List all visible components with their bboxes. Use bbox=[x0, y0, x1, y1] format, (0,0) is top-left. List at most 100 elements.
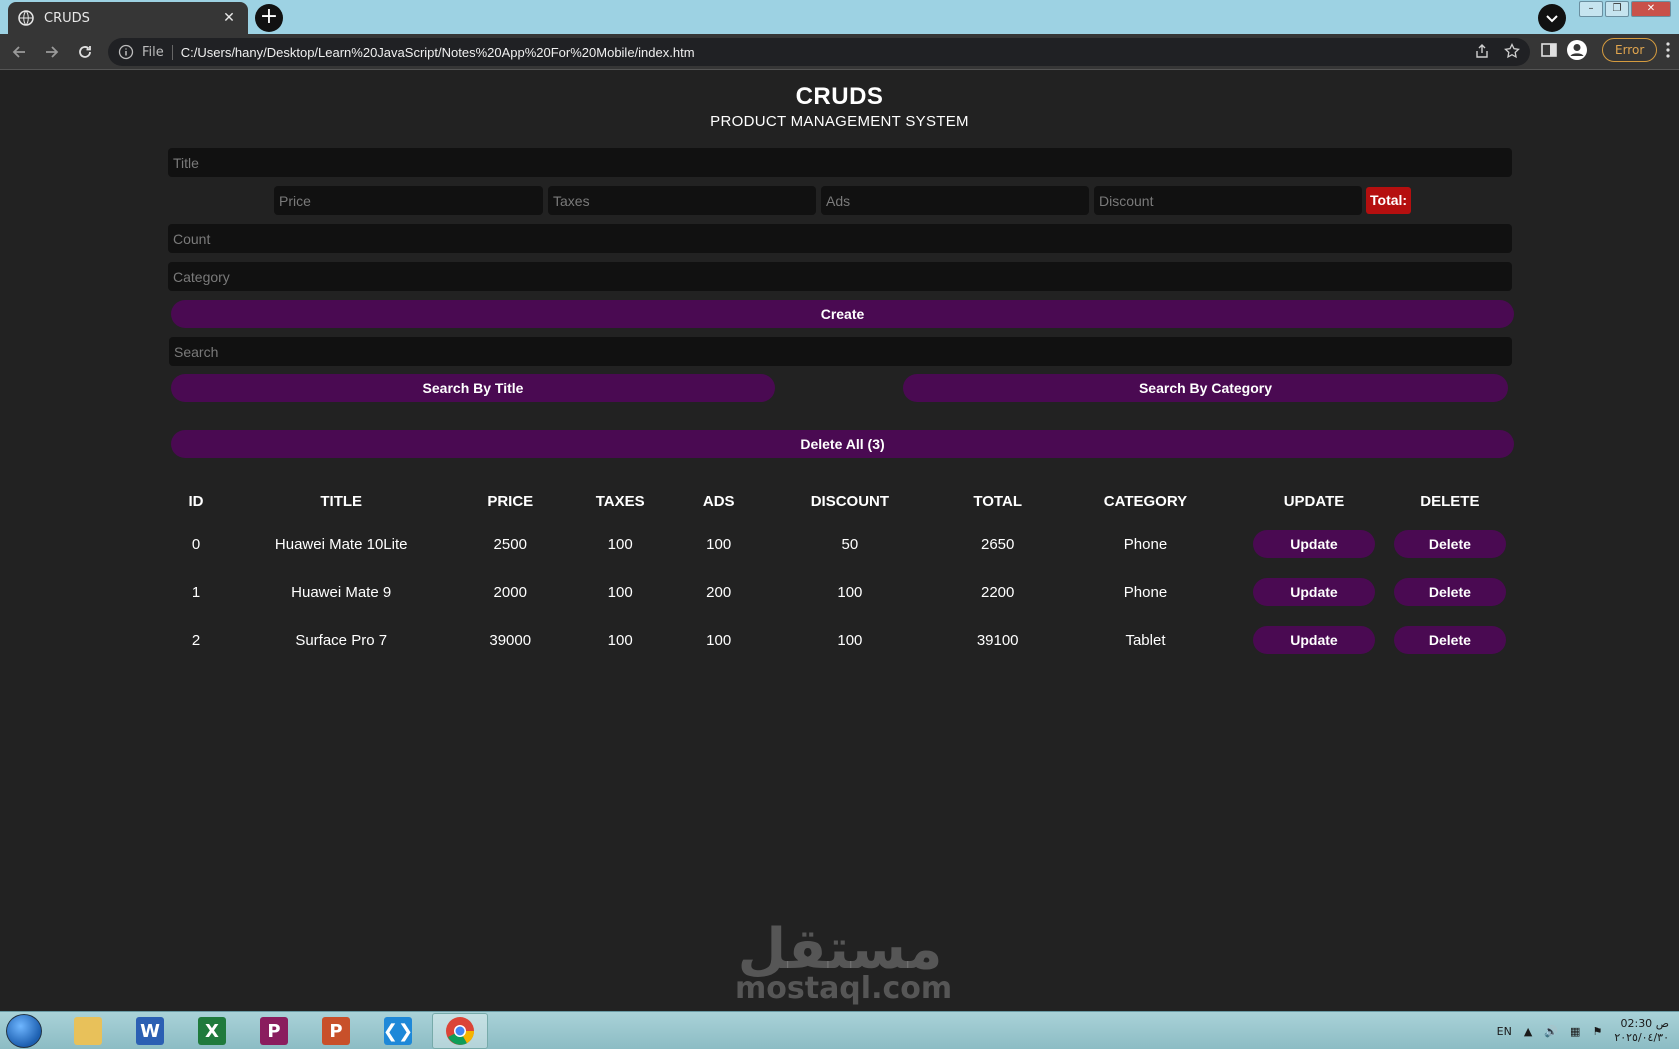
cell-price: 39000 bbox=[489, 631, 532, 649]
new-tab-button[interactable]: + bbox=[255, 4, 283, 32]
total-badge: Total: bbox=[1366, 187, 1412, 214]
profile-avatar-icon[interactable] bbox=[1566, 39, 1588, 61]
language-indicator[interactable]: EN bbox=[1497, 1025, 1512, 1038]
header-id: ID bbox=[188, 492, 204, 510]
taskbar-excel[interactable]: X bbox=[184, 1013, 240, 1049]
create-button[interactable]: Create bbox=[171, 300, 1514, 328]
cell-title: Surface Pro 7 bbox=[295, 631, 388, 649]
header-update: UPDATE bbox=[1283, 492, 1345, 510]
update-button[interactable]: Update bbox=[1253, 578, 1375, 606]
reload-button[interactable] bbox=[71, 38, 99, 66]
search-by-category-button[interactable]: Search By Category bbox=[903, 374, 1508, 402]
cell-update: Update bbox=[1236, 568, 1392, 616]
cell-delete: Delete bbox=[1392, 568, 1508, 616]
restore-icon[interactable]: ❐ bbox=[1605, 1, 1629, 17]
action-center-flag-icon[interactable]: ⚑ bbox=[1592, 1025, 1602, 1038]
cell-update: Update bbox=[1236, 616, 1392, 664]
volume-icon[interactable]: 🔊 bbox=[1544, 1025, 1558, 1038]
browser-tab-strip: CRUDS ✕ + – ❐ ✕ bbox=[0, 0, 1679, 34]
cell-taxes: 100 bbox=[607, 631, 633, 649]
delete-all-button[interactable]: Delete All (3) bbox=[171, 430, 1514, 458]
cell-category: Phone bbox=[1123, 535, 1168, 553]
error-button[interactable]: Error bbox=[1602, 38, 1658, 62]
taskbar-vscode[interactable]: ❮❯ bbox=[370, 1013, 426, 1049]
search-by-title-button[interactable]: Search By Title bbox=[171, 374, 775, 402]
tab-search-button[interactable] bbox=[1538, 4, 1566, 32]
table-row: 2 Surface Pro 7 39000 100 100 100 39100 … bbox=[168, 616, 1508, 664]
taskbar-word[interactable]: W bbox=[122, 1013, 178, 1049]
cell-ads: 100 bbox=[706, 631, 732, 649]
address-bar[interactable]: File C:/Users/hany/Desktop/Learn%20JavaS… bbox=[108, 38, 1530, 66]
title-input[interactable] bbox=[168, 148, 1512, 177]
taskbar-chrome[interactable] bbox=[432, 1013, 488, 1049]
cell-discount: 100 bbox=[837, 631, 863, 649]
clock[interactable]: 02:30 ص ٢٠٢٥/٠٤/٣٠ bbox=[1614, 1017, 1669, 1045]
cell-category: Phone bbox=[1123, 583, 1168, 601]
more-menu-icon[interactable] bbox=[1665, 41, 1671, 59]
word-icon: W bbox=[136, 1017, 164, 1045]
category-input[interactable] bbox=[168, 262, 1512, 291]
cell-category: Tablet bbox=[1125, 631, 1166, 649]
back-button[interactable] bbox=[5, 38, 33, 66]
info-icon[interactable] bbox=[118, 44, 134, 60]
publisher-icon: P bbox=[260, 1017, 288, 1045]
table-row: 1 Huawei Mate 9 2000 100 200 100 2200 Ph… bbox=[168, 568, 1508, 616]
cell-discount: 100 bbox=[837, 583, 863, 601]
taxes-input[interactable] bbox=[548, 186, 816, 215]
window-controls: – ❐ ✕ bbox=[1577, 1, 1671, 17]
taskbar-publisher[interactable]: P bbox=[246, 1013, 302, 1049]
search-input[interactable] bbox=[169, 337, 1512, 366]
cell-id: 1 bbox=[191, 583, 201, 601]
header-delete: DELETE bbox=[1420, 492, 1480, 510]
products-table: ID TITLE PRICE TAXES ADS DISCOUNT TOTAL … bbox=[168, 482, 1508, 664]
side-panel-icon[interactable] bbox=[1540, 41, 1558, 59]
price-input[interactable] bbox=[274, 186, 543, 215]
cell-ads: 200 bbox=[706, 583, 732, 601]
window-close-icon[interactable]: ✕ bbox=[1631, 1, 1671, 17]
header-title: TITLE bbox=[320, 492, 363, 510]
reload-icon bbox=[79, 45, 91, 58]
taskbar-powerpoint[interactable]: P bbox=[308, 1013, 364, 1049]
table-header: ID TITLE PRICE TAXES ADS DISCOUNT TOTAL … bbox=[168, 482, 1508, 520]
globe-icon bbox=[18, 10, 34, 26]
ads-input[interactable] bbox=[821, 186, 1089, 215]
header-ads: ADS bbox=[702, 492, 735, 510]
update-button[interactable]: Update bbox=[1253, 626, 1375, 654]
delete-button[interactable]: Delete bbox=[1393, 530, 1506, 558]
page-header: CRUDS PRODUCT MANAGEMENT SYSTEM bbox=[0, 83, 1679, 130]
share-icon[interactable] bbox=[1474, 43, 1490, 59]
table-row: 0 Huawei Mate 10Lite 2500 100 100 50 265… bbox=[168, 520, 1508, 568]
delete-button[interactable]: Delete bbox=[1393, 578, 1506, 606]
address-url[interactable]: C:/Users/hany/Desktop/Learn%20JavaScript… bbox=[181, 45, 695, 60]
cell-price: 2500 bbox=[493, 535, 527, 553]
cell-total: 2200 bbox=[980, 583, 1015, 601]
page-subtitle: PRODUCT MANAGEMENT SYSTEM bbox=[710, 113, 969, 130]
taskbar-explorer[interactable] bbox=[60, 1013, 116, 1049]
bookmark-star-icon[interactable] bbox=[1504, 43, 1520, 59]
chevron-down-icon bbox=[1546, 15, 1558, 23]
clock-time: 02:30 ص bbox=[1620, 1017, 1669, 1030]
header-taxes: TAXES bbox=[595, 492, 645, 510]
header-category: CATEGORY bbox=[1103, 492, 1188, 510]
powerpoint-icon: P bbox=[322, 1017, 350, 1045]
start-button[interactable] bbox=[6, 1014, 42, 1048]
browser-tab[interactable]: CRUDS ✕ bbox=[8, 2, 248, 34]
network-icon[interactable]: ▦ bbox=[1570, 1025, 1580, 1038]
vscode-icon: ❮❯ bbox=[383, 1017, 413, 1045]
cell-total: 2650 bbox=[980, 535, 1015, 553]
cell-title: Huawei Mate 10Lite bbox=[274, 535, 408, 553]
close-tab-icon[interactable]: ✕ bbox=[220, 10, 238, 26]
folder-icon bbox=[74, 1017, 102, 1045]
cell-title: Huawei Mate 9 bbox=[291, 583, 392, 601]
update-button[interactable]: Update bbox=[1253, 530, 1375, 558]
discount-input[interactable] bbox=[1094, 186, 1362, 215]
show-hidden-icons-icon[interactable]: ▲ bbox=[1524, 1025, 1532, 1038]
count-input[interactable] bbox=[168, 224, 1512, 253]
cell-total: 39100 bbox=[976, 631, 1019, 649]
delete-button[interactable]: Delete bbox=[1393, 626, 1506, 654]
table-body: 0 Huawei Mate 10Lite 2500 100 100 50 265… bbox=[168, 520, 1508, 664]
forward-button[interactable] bbox=[38, 38, 66, 66]
arrow-right-icon bbox=[46, 45, 59, 58]
minimize-icon[interactable]: – bbox=[1579, 1, 1603, 17]
cell-delete: Delete bbox=[1392, 616, 1508, 664]
